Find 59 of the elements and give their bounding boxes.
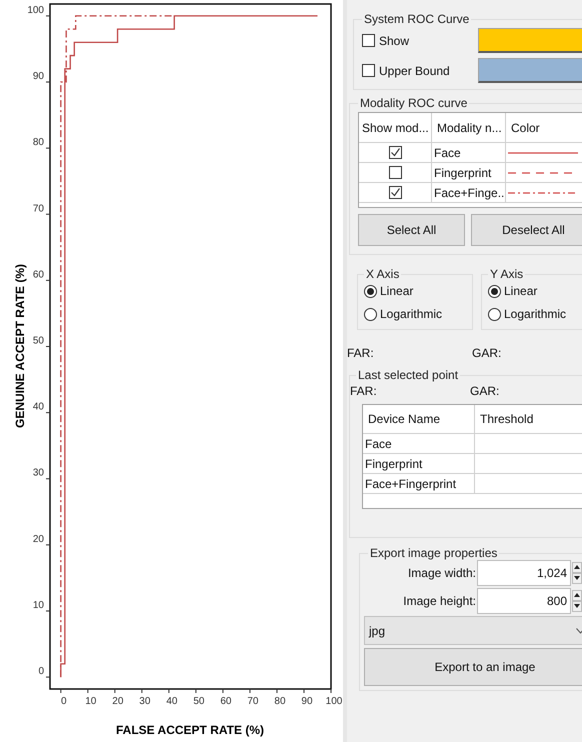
tick-label: 20 xyxy=(112,696,124,707)
tick-label: 10 xyxy=(32,600,44,611)
group-title: X Axis xyxy=(365,267,400,281)
deselect-all-button[interactable]: Deselect All xyxy=(471,214,582,246)
tick-label: 80 xyxy=(32,137,44,148)
y-axis-title: GENUINE ACCEPT RATE (%) xyxy=(13,264,27,428)
tick-label: 20 xyxy=(32,534,44,545)
far-label: FAR: xyxy=(347,346,375,360)
table-cell: Face+Fingerprint xyxy=(365,476,456,490)
checkbox-label: Upper Bound xyxy=(379,64,450,78)
number-field[interactable]: 1,024 xyxy=(477,560,571,586)
number-field[interactable]: 800 xyxy=(477,588,571,614)
tick-label: 40 xyxy=(32,402,44,413)
field-label: Image height: xyxy=(402,594,476,608)
gar-label: GAR: xyxy=(472,346,502,360)
option-label: Linear xyxy=(504,284,538,298)
tick-label: 0 xyxy=(61,696,67,707)
group-title: Last selected point xyxy=(357,368,460,382)
column-header: Color xyxy=(511,120,540,134)
option-label: Logarithmic xyxy=(380,307,442,321)
x-axis-title: FALSE ACCEPT RATE (%) xyxy=(116,723,264,737)
option-label: Linear xyxy=(380,284,414,298)
table-cell: Fingerprint xyxy=(434,166,492,180)
checkbox-label: Show xyxy=(379,34,410,48)
tick-label: 90 xyxy=(301,696,313,707)
column-header: Device Name xyxy=(368,412,440,426)
tick-label: 30 xyxy=(139,696,150,707)
table-cell: Fingerprint xyxy=(365,456,422,470)
tick-label: 100 xyxy=(326,696,342,707)
tick-label: 10 xyxy=(85,696,96,707)
format-dropdown[interactable]: jpg xyxy=(364,616,582,645)
gar-label: GAR: xyxy=(470,384,500,398)
option-label: Logarithmic xyxy=(504,307,566,321)
group-title: Y Axis xyxy=(489,267,524,281)
tick-label: 70 xyxy=(32,203,44,214)
table-cell: Face xyxy=(434,146,461,160)
export-button[interactable]: Export to an image xyxy=(364,648,582,686)
group-title: Modality ROC curve xyxy=(359,96,468,110)
far-label: FAR: xyxy=(350,384,378,398)
tick-label: 50 xyxy=(32,336,44,346)
tick-label: 70 xyxy=(247,696,258,707)
select-all-button[interactable]: Select All xyxy=(358,214,465,246)
tick-label: 0 xyxy=(38,666,44,678)
column-header: Show mod... xyxy=(362,120,429,134)
group-title: Export image properties xyxy=(369,546,498,560)
table-cell: Face+Finge... xyxy=(434,186,505,200)
tick-label: 50 xyxy=(193,696,204,707)
tick-label: 60 xyxy=(220,696,232,707)
tick-label: 80 xyxy=(274,696,286,707)
table-cell: Face xyxy=(365,436,392,450)
tick-label: 40 xyxy=(166,696,178,707)
tick-label: 90 xyxy=(32,71,44,82)
tick-label: 100 xyxy=(27,4,44,16)
tick-label: 30 xyxy=(32,468,44,479)
group-title: System ROC Curve xyxy=(363,12,470,26)
column-header: Modality n... xyxy=(437,120,502,134)
field-label: Image width: xyxy=(406,566,476,580)
tick-label: 60 xyxy=(32,269,44,280)
column-header: Threshold xyxy=(480,412,534,426)
